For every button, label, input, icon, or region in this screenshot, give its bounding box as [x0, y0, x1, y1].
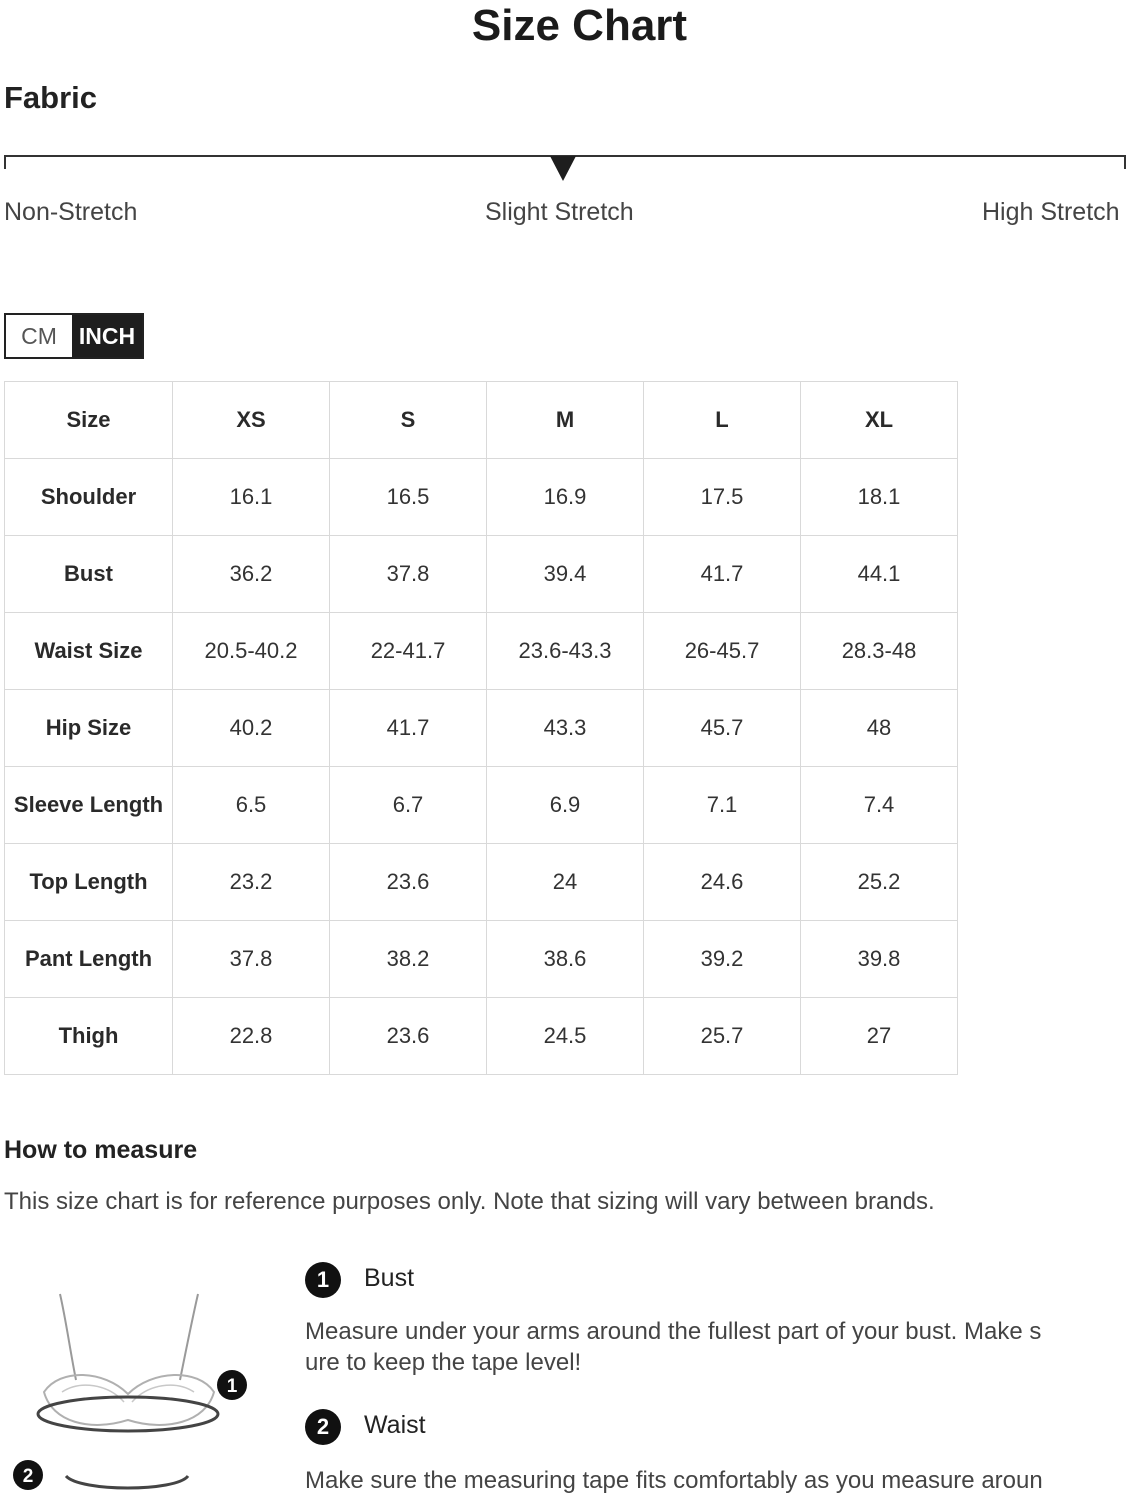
stretch-pointer-icon [550, 156, 576, 181]
unit-cm-button[interactable]: CM [6, 315, 72, 357]
size-table: Size XS S M L XL Shoulder 16.1 16.5 16.9 17.… [4, 381, 958, 1075]
value-cell: 37.8 [172, 920, 330, 998]
value-cell: 25.2 [800, 843, 958, 921]
value-cell: 38.2 [329, 920, 487, 998]
value-cell: 24 [486, 843, 644, 921]
how-to-measure-note: This size chart is for reference purpose… [4, 1188, 935, 1215]
value-cell: 6.7 [329, 766, 487, 844]
stretch-scale-tick-right [1124, 155, 1126, 169]
bra-measurement-illustration: 1 2 [13, 1293, 247, 1490]
stretch-label-high: High Stretch [982, 198, 1120, 226]
step-1-title: Bust [364, 1264, 415, 1292]
value-cell: 37.8 [329, 535, 487, 613]
header-cell: XL [800, 381, 958, 459]
header-cell: S [329, 381, 487, 459]
value-cell: 39.8 [800, 920, 958, 998]
stretch-label-slight: Slight Stretch [485, 198, 634, 226]
table-row: Thigh 22.8 23.6 24.5 25.7 27 [4, 997, 958, 1075]
value-cell: 22-41.7 [329, 612, 487, 690]
header-cell: L [643, 381, 801, 459]
unit-toggle: CM INCH [4, 313, 144, 359]
value-cell: 39.2 [643, 920, 801, 998]
value-cell: 16.5 [329, 458, 487, 536]
value-cell: 41.7 [643, 535, 801, 613]
value-cell: 24.6 [643, 843, 801, 921]
header-cell: Size [4, 381, 173, 459]
value-cell: 6.5 [172, 766, 330, 844]
value-cell: 24.5 [486, 997, 644, 1075]
value-cell: 43.3 [486, 689, 644, 767]
value-cell: 48 [800, 689, 958, 767]
value-cell: 28.3-48 [800, 612, 958, 690]
value-cell: 22.8 [172, 997, 330, 1075]
value-cell: 7.1 [643, 766, 801, 844]
how-to-measure-heading: How to measure [4, 1136, 198, 1164]
value-cell: 7.4 [800, 766, 958, 844]
step-2-description: Make sure the measuring tape fits comfor… [305, 1467, 1043, 1494]
step-1-badge: 1 [305, 1262, 341, 1298]
value-cell: 38.6 [486, 920, 644, 998]
page-title: Size Chart [471, 1, 688, 50]
value-cell: 16.9 [486, 458, 644, 536]
unit-inch-button[interactable]: INCH [72, 315, 142, 357]
table-row: Sleeve Length 6.5 6.7 6.9 7.1 7.4 [4, 766, 958, 844]
step-1-description: Measure under your arms around the fulle… [305, 1318, 1042, 1376]
row-label-cell: Hip Size [4, 689, 173, 767]
value-cell: 6.9 [486, 766, 644, 844]
value-cell: 44.1 [800, 535, 958, 613]
row-label-cell: Thigh [4, 997, 173, 1075]
value-cell: 23.6 [329, 997, 487, 1075]
stretch-scale-tick-left [4, 155, 6, 169]
table-row: Pant Length 37.8 38.2 38.6 39.2 39.8 [4, 920, 958, 998]
table-row: Bust 36.2 37.8 39.4 41.7 44.1 [4, 535, 958, 613]
row-label-cell: Sleeve Length [4, 766, 173, 844]
value-cell: 45.7 [643, 689, 801, 767]
value-cell: 16.1 [172, 458, 330, 536]
table-row: Top Length 23.2 23.6 24 24.6 25.2 [4, 843, 958, 921]
value-cell: 23.2 [172, 843, 330, 921]
value-cell: 26-45.7 [643, 612, 801, 690]
row-label-cell: Bust [4, 535, 173, 613]
stretch-label-non: Non-Stretch [4, 198, 138, 226]
row-label-cell: Top Length [4, 843, 173, 921]
table-header-row: Size XS S M L XL [4, 381, 958, 459]
value-cell: 17.5 [643, 458, 801, 536]
header-cell: M [486, 381, 644, 459]
value-cell: 18.1 [800, 458, 958, 536]
value-cell: 40.2 [172, 689, 330, 767]
step-2-title: Waist [364, 1411, 426, 1439]
value-cell: 25.7 [643, 997, 801, 1075]
row-label-cell: Waist Size [4, 612, 173, 690]
table-row: Waist Size 20.5-40.2 22-41.7 23.6-43.3 26-45… [4, 612, 958, 690]
value-cell: 20.5-40.2 [172, 612, 330, 690]
header-cell: XS [172, 381, 330, 459]
svg-text:1: 1 [227, 1376, 238, 1397]
value-cell: 41.7 [329, 689, 487, 767]
fabric-heading: Fabric [4, 80, 98, 115]
value-cell: 23.6 [329, 843, 487, 921]
row-label-cell: Shoulder [4, 458, 173, 536]
table-row: Shoulder 16.1 16.5 16.9 17.5 18.1 [4, 458, 958, 536]
value-cell: 39.4 [486, 535, 644, 613]
value-cell: 23.6-43.3 [486, 612, 644, 690]
table-row: Hip Size 40.2 41.7 43.3 45.7 48 [4, 689, 958, 767]
step-2-badge: 2 [305, 1409, 341, 1445]
value-cell: 27 [800, 997, 958, 1075]
row-label-cell: Pant Length [4, 920, 173, 998]
value-cell: 36.2 [172, 535, 330, 613]
svg-text:2: 2 [23, 1466, 34, 1487]
